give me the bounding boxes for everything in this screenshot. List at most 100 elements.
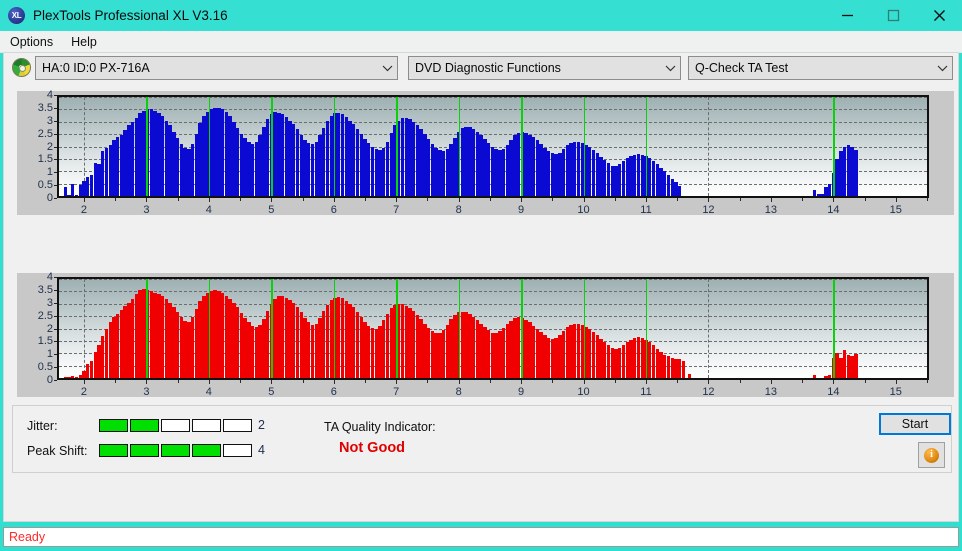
x-tick [396,198,398,202]
meter-cell [192,419,221,432]
peak-shift-meter [99,444,252,457]
x-tick-minor [802,380,804,383]
x-tick-label: 8 [455,204,462,216]
bar [854,353,858,378]
sector-marker [645,97,648,196]
jitter-label: Jitter: [27,419,58,433]
x-tick-label: 2 [80,204,88,216]
ta-quality-label: TA Quality Indicator: [324,420,436,434]
x-tick-label: 12 [702,386,715,398]
y-tick-label: 1 [46,348,53,361]
x-tick-label: 10 [577,204,590,216]
x-tick-minor [115,198,117,201]
x-tick-minor [177,198,179,201]
x-tick-minor [927,198,928,201]
grid-line-horizontal [59,316,927,318]
x-tick-minor [427,198,429,201]
x-tick-label: 2 [80,386,88,398]
y-tick-label: 2 [46,140,53,153]
y-tick-label: 2.5 [37,127,53,140]
bar [678,186,682,196]
grid-line-vertical [83,279,85,378]
x-tick [333,198,335,202]
meter-cell [223,419,252,432]
x-tick-minor [552,198,554,201]
meter-cell [99,444,128,457]
menu-item-options[interactable]: Options [2,33,61,51]
sector-marker [521,279,523,378]
x-tick [458,198,460,202]
x-tick [895,380,897,384]
test-select[interactable]: Q-Check TA Test [688,56,953,80]
results-groupbox: Jitter: 2 Peak Shift: 4 TA Quality Indic… [12,405,952,473]
x-tick-label: 9 [518,386,525,398]
info-button[interactable]: i [918,442,945,468]
function-select-value: DVD Diagnostic Functions [415,61,561,75]
window-title: PlexTools Professional XL V3.16 [33,8,228,23]
x-tick-minor [552,380,554,383]
x-tick-label: 7 [393,204,400,216]
x-tick [770,198,772,202]
start-button[interactable]: Start [879,413,951,435]
y-tick-label: 0 [46,374,53,386]
meter-cell [223,444,252,457]
x-tick [770,380,772,384]
maximize-button[interactable] [870,0,916,31]
sector-marker [333,97,336,196]
sector-marker [583,279,586,378]
chevron-down-icon [932,57,952,79]
y-tick [54,198,57,199]
x-tick-label: 14 [827,386,840,398]
x-tick [583,198,585,202]
y-axis: 0 0.5 1 1.5 2 2.5 3 3.5 4 [17,271,57,386]
x-tick [583,380,585,384]
x-tick [708,198,710,202]
ta-quality-value: Not Good [339,440,406,456]
y-tick-label: 1.5 [37,153,53,166]
status-bar: Ready [3,527,959,547]
x-tick-label: 13 [764,386,777,398]
x-tick [708,380,710,384]
peak-shift-chart: 0 0.5 1 1.5 2 2.5 3 3.5 4 2 3 4 5 6 7 8 9 10 11 12 13 14 15 [17,271,954,398]
x-tick-label: 14 [827,204,840,216]
drive-select-value: HA:0 ID:0 PX-716A [42,61,150,75]
sector-marker [645,279,648,378]
sector-marker [458,97,461,196]
grid-line-horizontal [59,291,927,293]
bar [688,374,692,378]
minimize-button[interactable] [824,0,870,31]
jitter-chart-panel: 0 0.5 1 1.5 2 2.5 3 3.5 4 2 3 4 5 6 7 8 9 10 11 12 13 14 15 [17,89,954,216]
x-tick [271,380,273,384]
x-tick-label: 10 [577,386,590,398]
function-select[interactable]: DVD Diagnostic Functions [408,56,681,80]
sector-marker [396,97,398,196]
x-tick-minor [864,380,866,383]
x-tick [521,198,523,202]
grid-line-horizontal [59,303,927,305]
close-button[interactable] [916,0,962,31]
x-tick-minor [614,380,616,383]
plot-area [57,95,929,198]
x-tick-minor [427,380,429,383]
y-tick [54,380,57,381]
y-tick-label: 2.5 [37,309,53,322]
meter-cell [161,444,190,457]
meter-cell [130,444,159,457]
sector-marker [333,279,336,378]
y-tick-label: 3 [46,296,53,309]
meter-cell [130,419,159,432]
menu-item-help[interactable]: Help [63,33,105,51]
meter-cell [99,419,128,432]
sector-marker [396,279,398,378]
grid-line-horizontal [59,134,927,136]
x-tick [895,198,897,202]
x-tick-minor [364,198,366,201]
y-tick-label: 1.5 [37,335,53,348]
grid-line-horizontal [59,121,927,123]
x-tick [458,380,460,384]
x-tick-minor [614,198,616,201]
drive-select[interactable]: HA:0 ID:0 PX-716A [35,56,398,80]
sector-marker [833,97,835,196]
x-tick-label: 6 [330,386,337,398]
jitter-value: 2 [258,418,265,432]
